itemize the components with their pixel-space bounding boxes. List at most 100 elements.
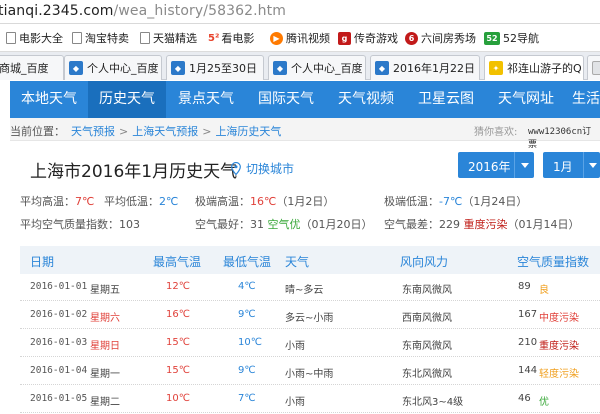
cell-aqi-level: 良 xyxy=(539,285,549,296)
tab-title: 2016年1月22日 xyxy=(393,62,475,75)
tab-2016-jan-22[interactable]: ◆ 2016年1月22日 xyxy=(370,55,480,80)
url-host: tianqi.2345.com xyxy=(0,3,114,19)
bookmark-watch-movie[interactable]: 5² 看电影 xyxy=(208,31,254,45)
chevron-down-icon xyxy=(521,163,529,168)
switch-city-link[interactable]: 切换城市 xyxy=(231,160,294,177)
cell-weekday: 星期日 xyxy=(90,341,120,352)
switch-city-label: 切换城市 xyxy=(246,162,295,176)
table-row: 2016-01-05 星期二 10℃ 7℃ 小雨 东北风3~4级 46 优 xyxy=(20,386,600,413)
nav-satellite[interactable]: 卫星云图 xyxy=(406,81,486,118)
cell-low: 4℃ xyxy=(238,281,256,292)
tab-mall[interactable]: 商城_百度 xyxy=(0,55,64,80)
month-select[interactable]: 1月 xyxy=(543,152,600,178)
cell-date: 2016-01-02 xyxy=(30,309,88,320)
cell-weekday: 星期六 xyxy=(90,313,120,324)
game-icon: g xyxy=(338,31,351,45)
bookmark-taobao[interactable]: 淘宝特卖 xyxy=(72,31,129,45)
cell-weekday: 星期五 xyxy=(90,285,120,296)
breadcrumb-forecast[interactable]: 天气预报 xyxy=(71,125,115,138)
tab-title: 个人中心_百度 xyxy=(291,62,363,75)
nav-history-weather[interactable]: 历史天气 xyxy=(88,81,166,118)
bookmark-label: 天猫精选 xyxy=(153,32,197,45)
col-high: 最高气温 xyxy=(153,255,202,269)
tab-title: 1月25至30日 xyxy=(189,62,257,75)
favicon-icon: ◆ xyxy=(273,61,287,75)
cell-aqi-level: 中度污染 xyxy=(539,313,579,324)
cell-aqi: 167 xyxy=(518,309,538,320)
tab-personal-center-2[interactable]: ◆ 个人中心_百度 xyxy=(268,55,366,80)
liujianfang-icon: 6 xyxy=(405,31,418,45)
breadcrumb-prefix: 当前位置： xyxy=(10,125,65,138)
nav-local-weather[interactable]: 本地天气 xyxy=(10,81,88,118)
cell-high: 12℃ xyxy=(166,281,190,292)
best-air: 空气最好：31 空气优（01月20日） xyxy=(195,218,373,231)
tab-qilian-mountain[interactable]: ✦ 祁连山游子的Q xyxy=(484,55,584,80)
page-icon xyxy=(72,32,82,44)
cell-aqi: 89 xyxy=(518,281,531,292)
bookmark-liujianfang[interactable]: 6 六间房秀场 xyxy=(405,31,476,45)
tab-extra[interactable] xyxy=(587,55,600,80)
col-wind: 风向风力 xyxy=(400,255,449,269)
cell-weekday: 星期一 xyxy=(90,369,120,380)
location-pin-icon xyxy=(231,162,241,175)
address-bar[interactable]: tianqi.2345.com/wea_history/58362.htm xyxy=(0,0,600,24)
year-value: 2016年 xyxy=(468,160,511,174)
breadcrumb-separator: > xyxy=(202,125,212,138)
page-title: 上海市2016年1月历史天气 xyxy=(30,162,238,182)
site-nav: 本地天气 历史天气 景点天气 国际天气 天气视频 卫星云图 天气网址 生活 xyxy=(10,81,600,118)
cell-high: 10℃ xyxy=(166,393,190,404)
nav-life[interactable]: 生活 xyxy=(566,81,600,118)
avg-low: 平均低温：2℃ xyxy=(104,195,179,208)
tab-jan-25-30[interactable]: ◆ 1月25至30日 xyxy=(166,55,264,80)
bookmark-52nav[interactable]: 52 52导航 xyxy=(484,31,539,45)
ad-text[interactable]: www12306cn订票 xyxy=(528,124,600,150)
page-icon xyxy=(6,32,16,44)
nav-scenic-weather[interactable]: 景点天气 xyxy=(166,81,246,118)
bookmark-movies[interactable]: 电影大全 xyxy=(6,31,63,45)
cell-date: 2016-01-01 xyxy=(30,281,88,292)
cell-aqi: 144 xyxy=(518,365,538,376)
cell-low: 9℃ xyxy=(238,309,256,320)
cell-wind: 东南风微风 xyxy=(402,341,452,352)
cell-high: 15℃ xyxy=(166,337,190,348)
year-select[interactable]: 2016年 xyxy=(458,152,534,178)
favicon-icon: ◆ xyxy=(171,61,185,75)
ad-label: 猜你喜欢: xyxy=(474,127,518,138)
favicon-icon: ◆ xyxy=(375,61,389,75)
nav-international-weather[interactable]: 国际天气 xyxy=(246,81,326,118)
table-header: 日期 最高气温 最低气温 天气 风向风力 空气质量指数 xyxy=(20,246,600,274)
tab-strip: 商城_百度 ◆ 个人中心_百度 ◆ 1月25至30日 ◆ 个人中心_百度 ◆ 2016年… xyxy=(0,52,600,80)
col-date: 日期 xyxy=(30,255,55,269)
nav-weather-video[interactable]: 天气视频 xyxy=(326,81,406,118)
avg-high: 平均高温：7℃ xyxy=(20,195,95,208)
cell-wind: 东南风微风 xyxy=(402,285,452,296)
bookmark-tmall[interactable]: 天猫精选 xyxy=(140,31,197,45)
table-row: 2016-01-01 星期五 12℃ 4℃ 晴~多云 东南风微风 89 良 xyxy=(20,274,600,301)
cell-weather: 晴~多云 xyxy=(285,285,324,296)
bookmark-label: 淘宝特卖 xyxy=(85,32,129,45)
bookmark-game[interactable]: g 传奇游戏 xyxy=(338,31,398,45)
breadcrumb-shanghai-history[interactable]: 上海历史天气 xyxy=(215,125,281,138)
col-low: 最低气温 xyxy=(223,255,272,269)
bookmark-tencent-video[interactable]: ▶ 腾讯视频 xyxy=(270,31,330,45)
month-value: 1月 xyxy=(553,160,573,174)
bookmark-label: 传奇游戏 xyxy=(354,32,398,45)
cell-weather: 小雨 xyxy=(285,341,305,352)
tab-personal-center[interactable]: ◆ 个人中心_百度 xyxy=(64,55,162,80)
bookmark-label: 看电影 xyxy=(221,32,255,45)
chevron-down-icon xyxy=(589,163,597,168)
cell-wind: 东北风微风 xyxy=(402,369,452,380)
nav-icon: 52 xyxy=(484,31,500,45)
nav-weather-sites[interactable]: 天气网址 xyxy=(486,81,566,118)
film-icon: 5² xyxy=(208,32,220,44)
table-row: 2016-01-02 星期六 16℃ 9℃ 多云~小雨 西南风微风 167 中度污染 xyxy=(20,302,600,329)
tab-title: 商城_百度 xyxy=(0,62,49,75)
cell-aqi: 46 xyxy=(518,393,531,404)
cell-low: 10℃ xyxy=(238,337,262,348)
blank-page-icon xyxy=(592,61,600,75)
breadcrumb-shanghai-forecast[interactable]: 上海天气预报 xyxy=(132,125,198,138)
min-low: 极端低温：-7℃（1月24日） xyxy=(384,195,528,208)
cell-date: 2016-01-03 xyxy=(30,337,88,348)
table-row: 2016-01-04 星期一 15℃ 9℃ 小雨~中雨 东北风微风 144 轻度污染 xyxy=(20,358,600,385)
url-text[interactable]: tianqi.2345.com/wea_history/58362.htm xyxy=(0,3,286,19)
